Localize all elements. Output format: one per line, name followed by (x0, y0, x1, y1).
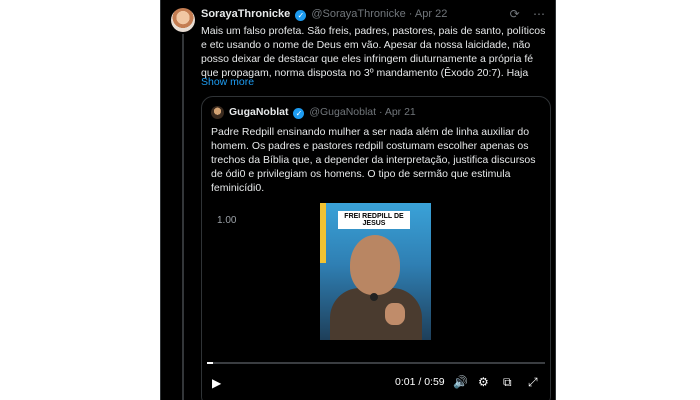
author-name[interactable]: SorayaThronicke (201, 8, 290, 20)
tweet-top-icons: ⟳ ⋯ (500, 7, 545, 21)
fullscreen-icon[interactable]: ⤢ (528, 375, 538, 390)
video-figure-face (350, 235, 400, 295)
popout-icon[interactable]: ⧉ (503, 375, 512, 390)
separator: · (378, 106, 383, 118)
quoted-tweet[interactable]: GugaNoblat ✓ @GugaNoblat · Apr 21 Padre … (201, 96, 551, 400)
tweet-date[interactable]: Apr 22 (415, 8, 447, 20)
separator: · (408, 8, 413, 20)
progress-bar[interactable] (207, 362, 545, 364)
quote-date[interactable]: Apr 21 (385, 106, 416, 118)
time-display: 0:01 / 0:59 (395, 376, 445, 388)
grok-icon[interactable]: ⟳ (510, 7, 520, 21)
video-figure-hand (385, 303, 405, 325)
video-controls: ▶ 0:01 / 0:59 🔊 ⚙ ⧉ ⤢ (202, 369, 550, 399)
play-icon[interactable]: ▶ (212, 376, 221, 390)
video-player[interactable]: 1.00 FREI REDPILL DE JESUS ▶ 0:01 / 0:59… (202, 197, 550, 400)
video-caption: FREI REDPILL DE JESUS (338, 211, 410, 229)
thread-line (182, 34, 184, 400)
tweet-text: Mais um falso profeta. São freis, padres… (201, 25, 546, 79)
settings-icon[interactable]: ⚙ (478, 375, 489, 389)
volume-icon[interactable]: 🔊 (453, 375, 468, 389)
quote-handle[interactable]: @GugaNoblat (309, 106, 376, 118)
avatar[interactable] (171, 8, 195, 32)
tweet-panel: SorayaThronicke ✓ @SorayaThronicke · Apr… (160, 0, 556, 400)
microphone-icon (370, 293, 378, 301)
video-frame[interactable]: FREI REDPILL DE JESUS (320, 203, 431, 340)
video-side-tag (320, 203, 326, 263)
quote-text: Padre Redpill ensinando mulher a ser nad… (211, 126, 536, 194)
more-icon[interactable]: ⋯ (533, 7, 545, 21)
quote-avatar[interactable] (211, 106, 224, 119)
quote-header: GugaNoblat ✓ @GugaNoblat · Apr 21 (229, 106, 416, 119)
tweet-header: SorayaThronicke ✓ @SorayaThronicke · Apr… (201, 8, 447, 21)
verified-icon: ✓ (293, 108, 305, 119)
progress-fill (207, 362, 213, 364)
author-handle[interactable]: @SorayaThronicke (311, 8, 405, 20)
playback-rate: 1.00 (217, 215, 237, 226)
quote-author-name[interactable]: GugaNoblat (229, 106, 289, 118)
show-more-link[interactable]: Show more (201, 76, 254, 88)
verified-icon: ✓ (295, 10, 307, 21)
